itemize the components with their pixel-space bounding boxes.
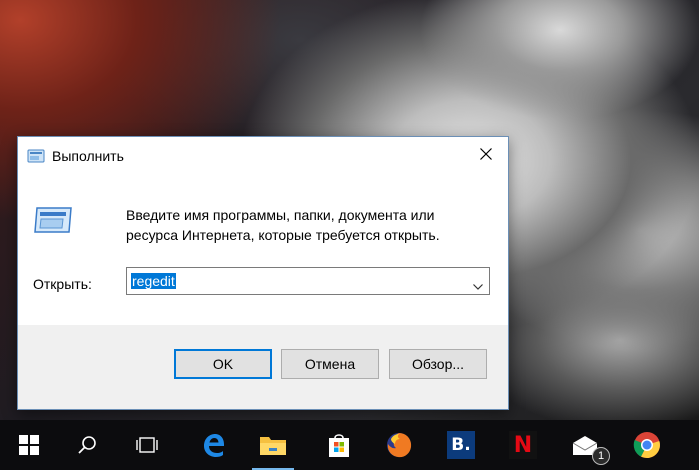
task-view-button[interactable] (118, 420, 176, 470)
run-icon (27, 149, 45, 168)
folder-icon (260, 437, 286, 455)
task-view-icon (136, 437, 158, 453)
firefox-button[interactable] (370, 420, 428, 470)
netflix-icon-text: N (513, 432, 533, 458)
browse-button[interactable]: Обзор... (389, 349, 487, 379)
description-line-2: ресурса Интернета, которые требуется отк… (126, 227, 440, 243)
open-label: Открыть: (33, 276, 92, 292)
ok-button[interactable]: OK (174, 349, 272, 379)
cancel-button[interactable]: Отмена (281, 349, 379, 379)
edge-button[interactable] (184, 420, 242, 470)
booking-icon-text: B. (451, 435, 471, 455)
search-icon (78, 436, 96, 454)
dialog-button-bar: OK Отмена Обзор... (18, 325, 508, 409)
store-button[interactable] (310, 420, 368, 470)
store-icon (329, 434, 349, 457)
booking-icon: B. (447, 431, 475, 459)
firefox-icon (387, 433, 412, 458)
start-button[interactable] (0, 420, 58, 470)
run-large-icon (33, 206, 73, 239)
dialog-description: Введите имя программы, папки, документа … (126, 205, 496, 245)
netflix-icon: N (509, 431, 537, 459)
netflix-button[interactable]: N (494, 420, 552, 470)
windows-logo-icon (19, 435, 39, 455)
title-bar[interactable]: Выполнить (18, 137, 508, 177)
dialog-title: Выполнить (52, 148, 124, 164)
search-button[interactable] (58, 420, 116, 470)
chrome-button[interactable] (618, 420, 676, 470)
close-icon (480, 148, 492, 160)
booking-button[interactable]: B. (432, 420, 490, 470)
run-dialog: Выполнить Введите имя программы, папки, … (17, 136, 509, 410)
description-line-1: Введите имя программы, папки, документа … (126, 207, 435, 223)
open-combobox[interactable]: regedit (126, 267, 490, 295)
file-explorer-button[interactable] (244, 420, 302, 470)
edge-icon (204, 434, 224, 457)
chrome-icon (633, 432, 660, 459)
mail-notification-badge: 1 (592, 447, 610, 465)
chevron-down-icon[interactable] (473, 277, 483, 295)
close-button[interactable] (464, 137, 508, 171)
open-input-value[interactable]: regedit (131, 273, 176, 289)
